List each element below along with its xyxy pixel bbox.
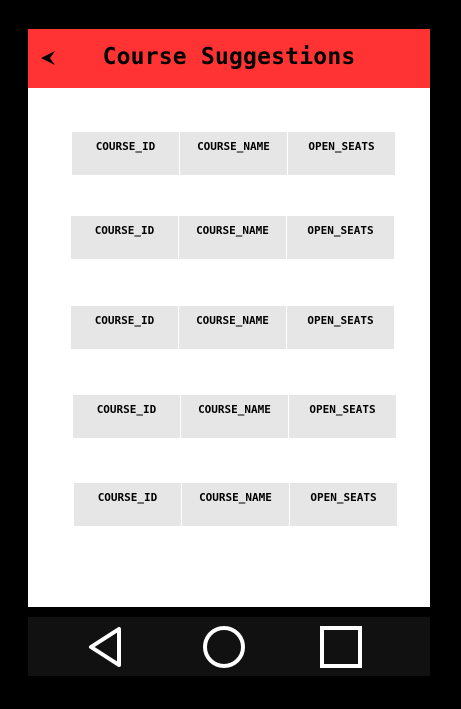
app-bar: Course Suggestions bbox=[28, 29, 430, 88]
cell-course-name[interactable]: COURSE_NAME bbox=[179, 216, 286, 259]
cell-course-id[interactable]: COURSE_ID bbox=[72, 132, 179, 175]
cell-course-name[interactable]: COURSE_NAME bbox=[180, 132, 287, 175]
table-row: COURSE_ID COURSE_NAME OPEN_SEATS bbox=[72, 132, 395, 175]
nav-back-button[interactable] bbox=[83, 624, 129, 670]
cell-open-seats[interactable]: OPEN_SEATS bbox=[287, 306, 394, 349]
cell-course-id[interactable]: COURSE_ID bbox=[71, 216, 178, 259]
nav-home-circle-icon bbox=[203, 626, 245, 668]
system-nav-bar bbox=[28, 617, 430, 676]
cell-open-seats[interactable]: OPEN_SEATS bbox=[289, 395, 396, 438]
cell-course-id[interactable]: COURSE_ID bbox=[73, 395, 180, 438]
app-title: Course Suggestions bbox=[102, 44, 356, 70]
cell-course-id[interactable]: COURSE_ID bbox=[71, 306, 178, 349]
cell-course-id[interactable]: COURSE_ID bbox=[74, 483, 181, 526]
nav-back-triangle-icon bbox=[89, 627, 121, 667]
phone-frame: Course Suggestions COURSE_ID COURSE_NAME… bbox=[0, 0, 461, 709]
table-row: COURSE_ID COURSE_NAME OPEN_SEATS bbox=[71, 306, 394, 349]
table-row: COURSE_ID COURSE_NAME OPEN_SEATS bbox=[73, 395, 396, 438]
nav-recents-button[interactable] bbox=[318, 624, 364, 670]
table-row: COURSE_ID COURSE_NAME OPEN_SEATS bbox=[74, 483, 397, 526]
cell-course-name[interactable]: COURSE_NAME bbox=[181, 395, 288, 438]
cell-course-name[interactable]: COURSE_NAME bbox=[182, 483, 289, 526]
nav-recents-square-icon bbox=[320, 626, 362, 668]
cell-open-seats[interactable]: OPEN_SEATS bbox=[290, 483, 397, 526]
nav-home-button[interactable] bbox=[201, 624, 247, 670]
cell-open-seats[interactable]: OPEN_SEATS bbox=[288, 132, 395, 175]
table-row: COURSE_ID COURSE_NAME OPEN_SEATS bbox=[71, 216, 394, 259]
app-screen: Course Suggestions COURSE_ID COURSE_NAME… bbox=[28, 29, 430, 607]
cell-open-seats[interactable]: OPEN_SEATS bbox=[287, 216, 394, 259]
cell-course-name[interactable]: COURSE_NAME bbox=[179, 306, 286, 349]
